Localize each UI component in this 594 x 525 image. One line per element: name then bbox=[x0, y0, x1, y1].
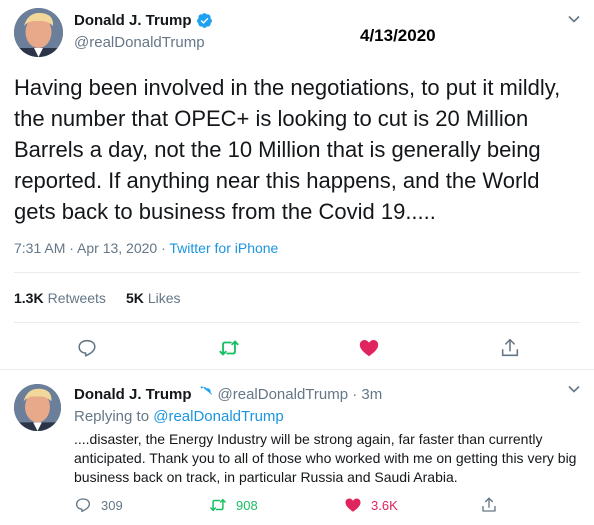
author-name[interactable]: Donald J. Trump bbox=[74, 12, 192, 29]
avatar-image bbox=[14, 8, 63, 57]
reply-action[interactable]: 309 bbox=[74, 496, 123, 514]
tweet-actions bbox=[0, 337, 594, 361]
verified-badge-icon bbox=[196, 386, 213, 403]
tweet-time[interactable]: 7:31 AM · Apr 13, 2020 · bbox=[14, 240, 169, 256]
like-heart-icon[interactable] bbox=[358, 337, 380, 359]
chevron-down-icon[interactable] bbox=[567, 12, 581, 26]
reply-count: 309 bbox=[101, 497, 123, 513]
retweets-stat[interactable]: 1.3K Retweets bbox=[14, 290, 106, 306]
reply-icon bbox=[75, 498, 91, 513]
author-name-row: Donald J. Trump bbox=[74, 12, 213, 29]
retweets-count: 1.3K bbox=[14, 290, 44, 306]
chevron-down-icon[interactable] bbox=[567, 382, 581, 396]
verified-badge-icon bbox=[196, 12, 213, 29]
reply-header: Donald J. Trump @realDonaldTrump · 3m bbox=[74, 386, 382, 403]
tweet-stats: 1.3K Retweets 5K Likes bbox=[14, 290, 201, 306]
retweet-icon bbox=[210, 499, 226, 511]
like-action[interactable]: 3.6K bbox=[344, 496, 398, 514]
tweet-meta: 7:31 AM · Apr 13, 2020 · Twitter for iPh… bbox=[14, 240, 278, 256]
retweet-action[interactable]: 908 bbox=[209, 496, 258, 514]
tweet-source-link[interactable]: Twitter for iPhone bbox=[169, 240, 278, 256]
avatar[interactable] bbox=[14, 384, 61, 431]
likes-label: Likes bbox=[147, 290, 181, 306]
divider bbox=[14, 322, 580, 323]
reply-tweet[interactable]: Donald J. Trump @realDonaldTrump · 3m Re… bbox=[0, 370, 594, 525]
share-icon bbox=[482, 497, 496, 512]
avatar[interactable] bbox=[14, 8, 63, 57]
reply-icon[interactable] bbox=[76, 337, 98, 359]
like-heart-icon bbox=[345, 498, 361, 512]
replying-to-mention[interactable]: @realDonaldTrump bbox=[153, 408, 284, 425]
avatar-image bbox=[14, 384, 61, 431]
likes-stat[interactable]: 5K Likes bbox=[126, 290, 181, 306]
author-handle[interactable]: @realDonaldTrump bbox=[74, 34, 205, 51]
likes-count: 5K bbox=[125, 290, 144, 306]
replying-prefix: Replying to bbox=[74, 408, 154, 425]
author-name[interactable]: Donald J. Trump bbox=[74, 386, 192, 403]
share-icon[interactable] bbox=[499, 337, 521, 359]
tweet-text: ....disaster, the Energy Industry will b… bbox=[74, 431, 577, 485]
retweet-icon[interactable] bbox=[218, 337, 240, 359]
like-count: 3.6K bbox=[371, 497, 398, 513]
retweets-label: Retweets bbox=[47, 290, 106, 306]
tweet-text: Having been involved in the negotiations… bbox=[14, 75, 561, 224]
main-tweet: Donald J. Trump @realDonaldTrump 4/13/20… bbox=[0, 0, 594, 368]
retweet-count: 908 bbox=[236, 497, 258, 513]
share-action[interactable] bbox=[480, 496, 507, 514]
tweet-actions: 309 908 3.6K bbox=[74, 496, 574, 516]
divider bbox=[14, 272, 580, 273]
replying-to: Replying to @realDonaldTrump bbox=[74, 408, 284, 425]
date-stamp: 4/13/2020 bbox=[360, 26, 436, 45]
author-handle-time[interactable]: @realDonaldTrump · 3m bbox=[218, 386, 383, 403]
